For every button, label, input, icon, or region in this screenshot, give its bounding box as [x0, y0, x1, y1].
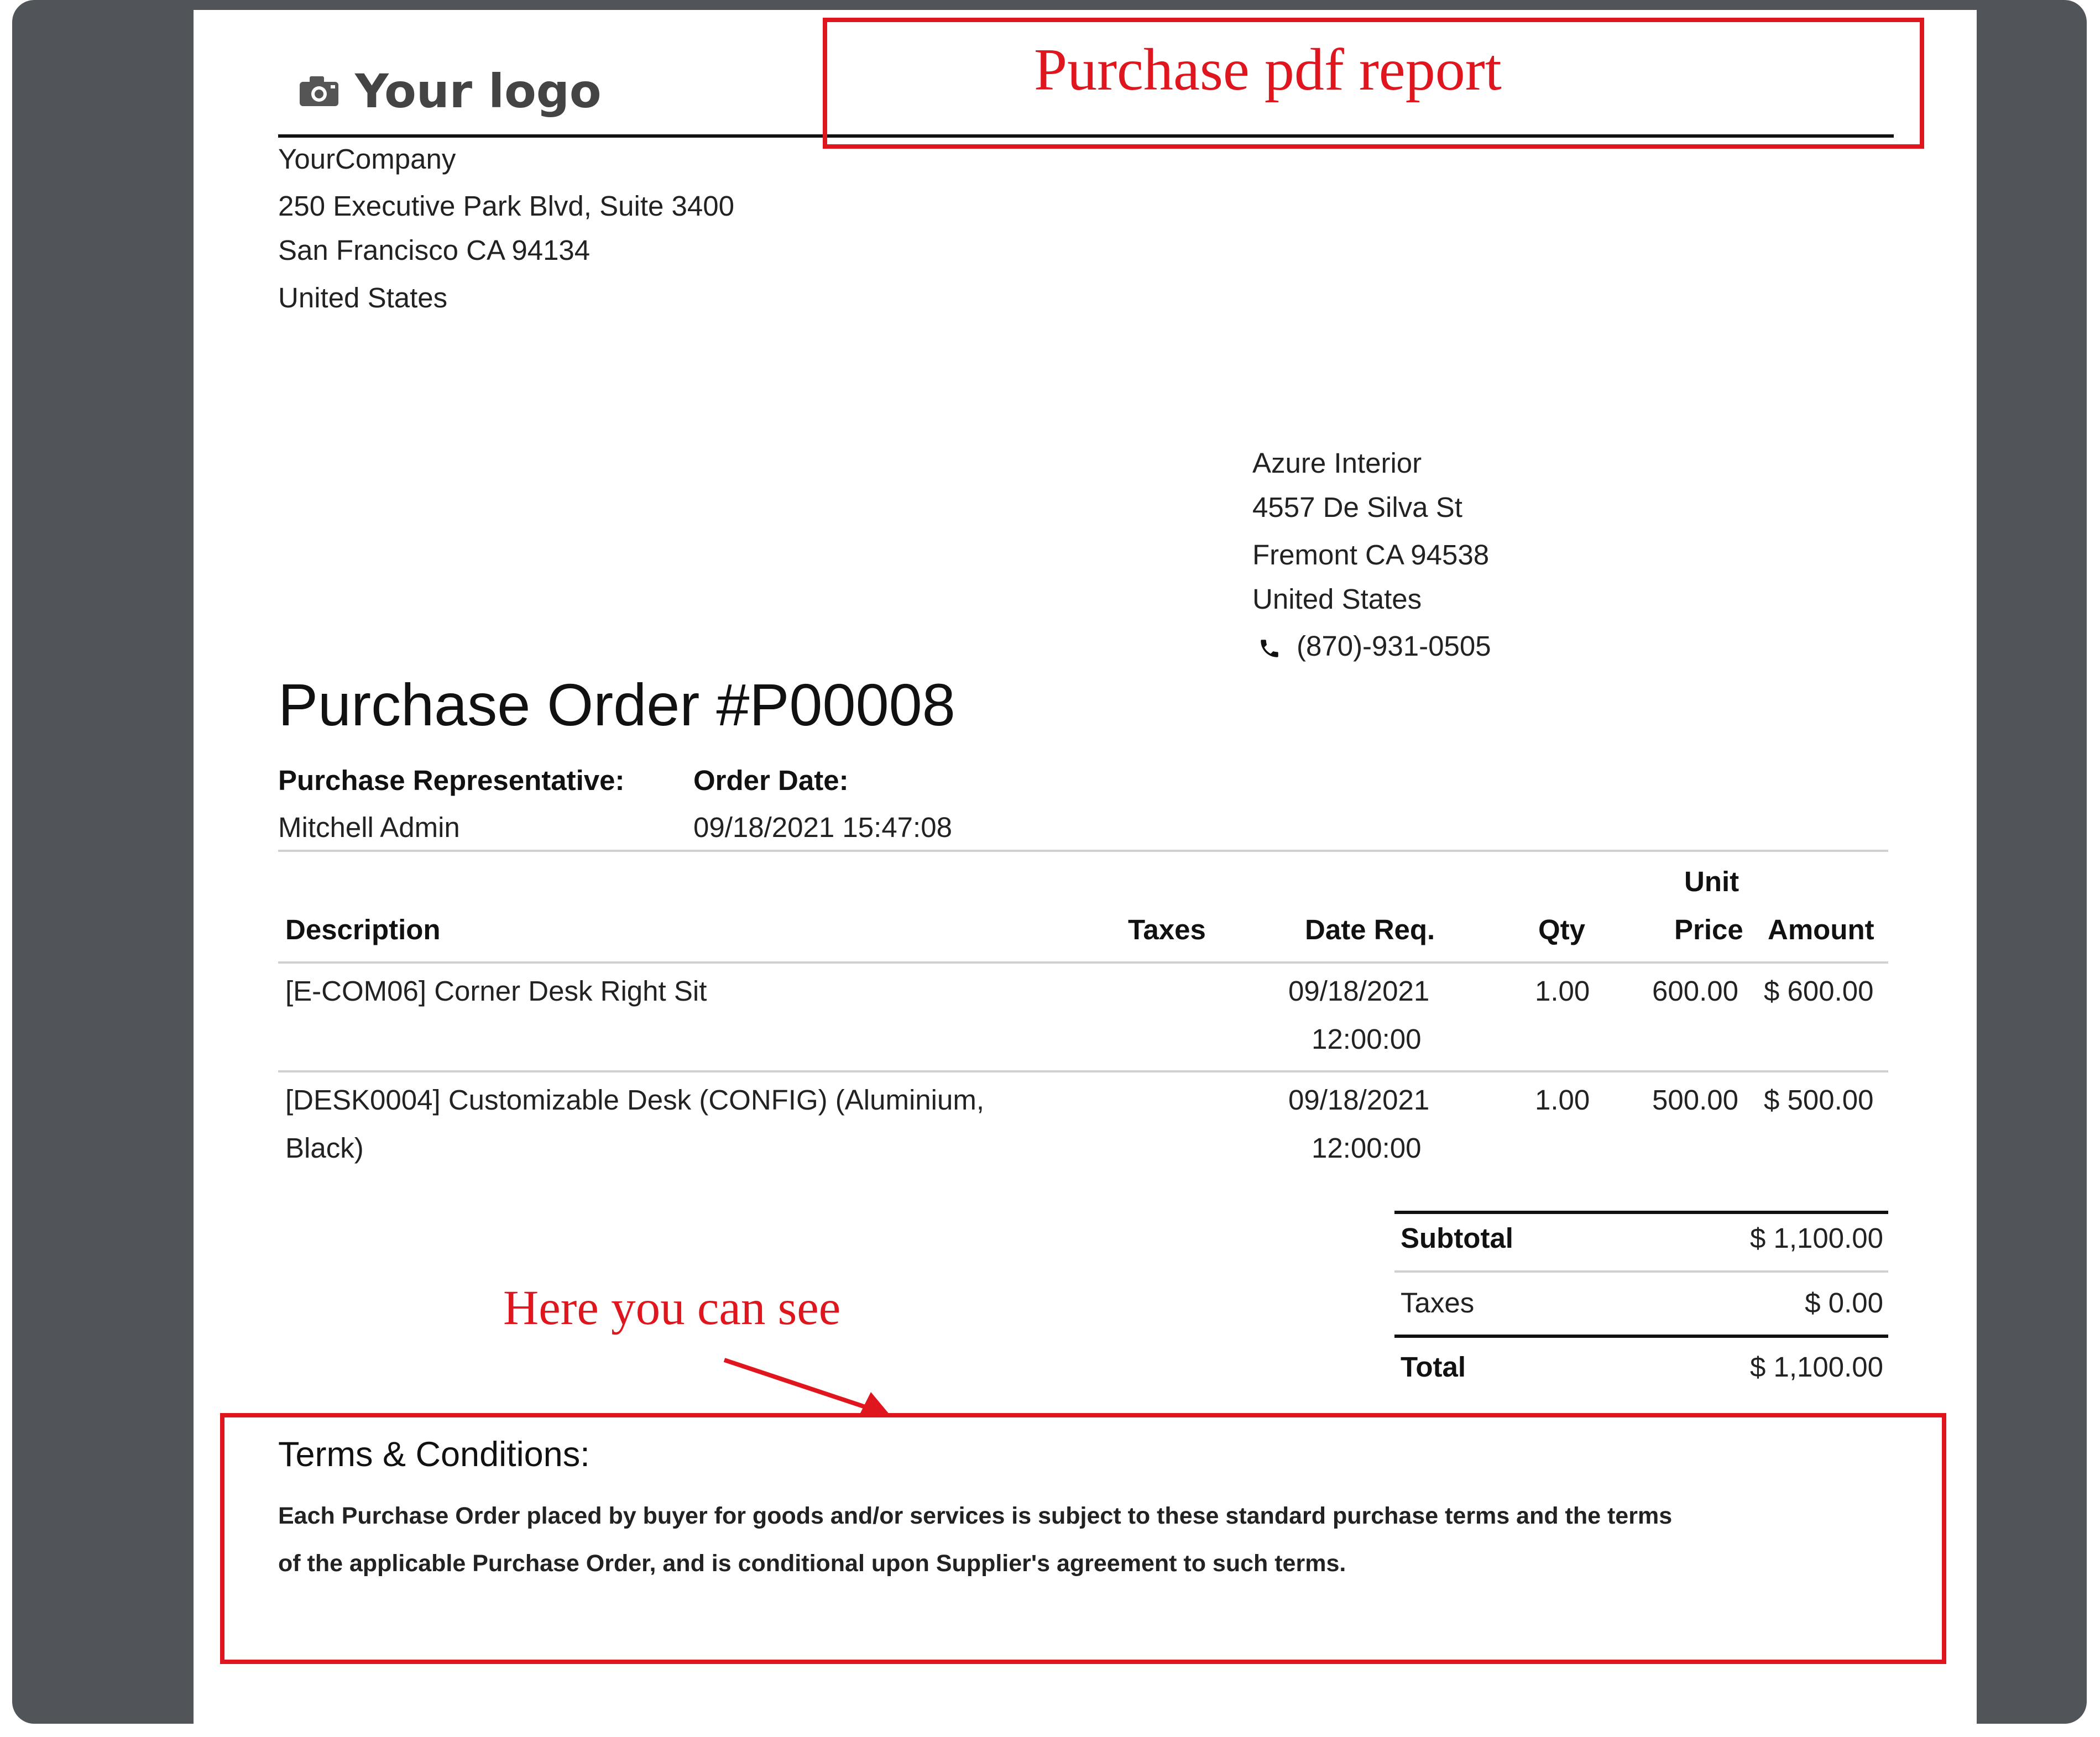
camera-icon — [300, 76, 338, 106]
annotation-label-bottom: Here you can see — [503, 1281, 841, 1335]
vendor-country: United States — [1252, 583, 1422, 615]
row-date-req-time: 12:00:00 — [1312, 1023, 1422, 1055]
terms-title: Terms & Conditions: — [278, 1435, 590, 1474]
row-amount: $ 600.00 — [1764, 975, 1874, 1007]
company-street: 250 Executive Park Blvd, Suite 3400 — [278, 190, 734, 222]
purchase-order-title: Purchase Order #P00008 — [278, 671, 955, 738]
phone-icon — [1261, 639, 1278, 657]
row-unit-price: 500.00 — [1652, 1084, 1738, 1116]
row-amount: $ 500.00 — [1764, 1084, 1874, 1116]
totals-top-border — [1394, 1211, 1888, 1214]
row-date-req: 09/18/2021 — [1288, 1084, 1430, 1116]
order-date-label: Order Date: — [693, 765, 849, 796]
total-label: Total — [1401, 1351, 1466, 1383]
totals-row-divider — [1394, 1270, 1888, 1273]
terms-text-line1: Each Purchase Order placed by buyer for … — [278, 1503, 1673, 1529]
col-header-unit-price-line2: Price — [1674, 914, 1743, 945]
logo-text: Your logo — [355, 64, 602, 118]
col-header-unit-price-line1: Unit — [1684, 866, 1739, 897]
row-description-cont: Black) — [285, 1132, 364, 1164]
row-qty: 1.00 — [1535, 975, 1590, 1007]
company-city: San Francisco CA 94134 — [278, 234, 591, 266]
meta-divider — [278, 850, 1888, 852]
annotation-label-top: Purchase pdf report — [1034, 37, 1502, 103]
vendor-street: 4557 De Silva St — [1252, 491, 1462, 523]
vendor-name: Azure Interior — [1252, 447, 1422, 479]
total-value: $ 1,100.00 — [1749, 1351, 1883, 1383]
purchase-rep-value: Mitchell Admin — [278, 812, 460, 843]
company-country: United States — [278, 282, 448, 313]
row-date-req-time: 12:00:00 — [1312, 1132, 1422, 1164]
vendor-city: Fremont CA 94538 — [1252, 539, 1490, 571]
col-header-amount: Amount — [1768, 914, 1874, 945]
col-header-date-req: Date Req. — [1305, 914, 1435, 945]
vendor-phone: (870)-931-0505 — [1297, 630, 1491, 662]
subtotal-value: $ 1,100.00 — [1749, 1222, 1883, 1254]
row-description: [DESK0004] Customizable Desk (CONFIG) (A… — [285, 1084, 985, 1116]
row-unit-price: 600.00 — [1652, 975, 1738, 1007]
col-header-qty: Qty — [1538, 914, 1586, 945]
company-name: YourCompany — [278, 143, 456, 175]
col-header-description: Description — [285, 914, 441, 945]
row-description: [E-COM06] Corner Desk Right Sit — [285, 975, 707, 1007]
company-logo: Your logo — [299, 50, 602, 133]
table-row-divider — [278, 1070, 1888, 1072]
table-header-divider — [278, 961, 1888, 964]
purchase-rep-label: Purchase Representative: — [278, 765, 625, 796]
totals-total-border — [1394, 1335, 1888, 1338]
terms-text-line2: of the applicable Purchase Order, and is… — [278, 1550, 1346, 1577]
subtotal-label: Subtotal — [1401, 1222, 1513, 1254]
row-qty: 1.00 — [1535, 1084, 1590, 1116]
row-date-req: 09/18/2021 — [1288, 975, 1430, 1007]
taxes-label: Taxes — [1401, 1287, 1475, 1319]
order-date-value: 09/18/2021 15:47:08 — [693, 812, 952, 843]
col-header-taxes: Taxes — [1128, 914, 1206, 945]
taxes-value: $ 0.00 — [1805, 1287, 1883, 1319]
vendor-phone-row: (870)-931-0505 — [1258, 630, 1491, 662]
